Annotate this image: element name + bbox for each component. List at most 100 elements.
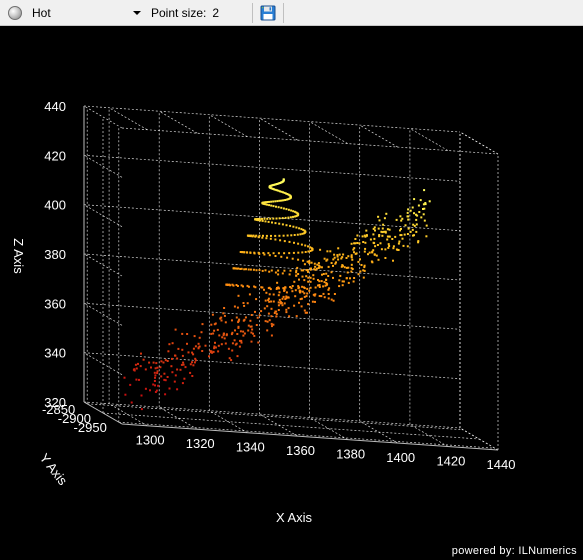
plot-area[interactable]: 1300 1320 1340 1360 1380 1400 1420 144032034036… bbox=[0, 26, 583, 560]
data-point bbox=[397, 242, 400, 245]
data-point bbox=[399, 215, 402, 218]
data-point bbox=[166, 360, 169, 362]
data-point bbox=[401, 237, 404, 240]
data-point bbox=[270, 234, 272, 237]
data-point bbox=[201, 323, 204, 326]
data-point bbox=[264, 269, 267, 272]
data-point bbox=[154, 376, 156, 379]
data-point bbox=[363, 266, 366, 269]
data-point bbox=[266, 329, 269, 332]
data-point bbox=[294, 295, 297, 298]
data-point bbox=[263, 288, 265, 291]
data-point bbox=[235, 316, 238, 319]
data-point bbox=[365, 234, 368, 237]
data-point bbox=[396, 248, 399, 251]
data-point bbox=[224, 342, 227, 345]
data-point bbox=[292, 251, 295, 254]
data-point bbox=[160, 360, 163, 363]
data-point bbox=[292, 225, 295, 228]
data-point bbox=[284, 298, 287, 300]
data-point bbox=[204, 344, 207, 347]
data-point bbox=[135, 367, 138, 370]
data-point bbox=[283, 287, 286, 290]
data-point bbox=[322, 285, 325, 288]
data-point bbox=[194, 345, 197, 348]
data-point bbox=[137, 362, 139, 365]
data-point bbox=[194, 359, 197, 362]
data-point bbox=[236, 333, 239, 335]
data-point bbox=[338, 253, 341, 256]
data-point bbox=[176, 388, 179, 391]
data-point bbox=[309, 276, 312, 279]
data-point bbox=[379, 242, 382, 245]
data-point bbox=[406, 211, 409, 214]
data-point bbox=[208, 355, 210, 358]
data-point bbox=[306, 260, 309, 263]
data-point bbox=[317, 267, 320, 269]
data-point bbox=[374, 229, 376, 232]
data-point bbox=[422, 208, 424, 210]
data-point bbox=[233, 305, 236, 308]
data-point bbox=[249, 268, 252, 271]
data-point bbox=[152, 361, 155, 364]
data-point bbox=[290, 209, 293, 212]
data-point bbox=[351, 258, 354, 261]
gridline-floor-x bbox=[159, 406, 198, 430]
data-point bbox=[407, 218, 410, 221]
data-point bbox=[260, 310, 263, 313]
data-point bbox=[134, 363, 137, 366]
data-point bbox=[312, 274, 315, 277]
data-point bbox=[144, 368, 147, 371]
data-point bbox=[298, 278, 300, 281]
data-point bbox=[268, 286, 271, 289]
x-tick-label: 1300 bbox=[136, 433, 165, 448]
data-point bbox=[413, 198, 416, 201]
data-point bbox=[189, 371, 192, 374]
data-point bbox=[277, 309, 280, 311]
data-point bbox=[302, 259, 305, 262]
data-point bbox=[236, 306, 239, 309]
data-point bbox=[314, 300, 316, 303]
data-point bbox=[425, 224, 428, 227]
data-point bbox=[223, 332, 225, 335]
data-point bbox=[350, 242, 353, 245]
data-point bbox=[309, 286, 312, 289]
data-point bbox=[286, 256, 289, 259]
data-point bbox=[307, 250, 310, 253]
data-point bbox=[276, 200, 279, 203]
point-size-input[interactable]: 2 bbox=[212, 4, 248, 22]
data-point bbox=[265, 237, 268, 240]
data-point bbox=[268, 200, 271, 203]
data-point bbox=[257, 341, 260, 344]
data-point bbox=[139, 365, 142, 368]
data-point bbox=[339, 274, 342, 277]
data-point bbox=[236, 285, 239, 287]
data-point bbox=[263, 217, 266, 220]
data-point bbox=[320, 280, 323, 283]
data-point bbox=[268, 204, 271, 207]
data-point bbox=[278, 234, 281, 237]
y-tick-label: -2850 bbox=[42, 402, 75, 417]
data-point bbox=[171, 357, 173, 360]
data-point bbox=[305, 295, 308, 298]
data-point bbox=[323, 257, 326, 260]
data-point bbox=[234, 267, 237, 270]
data-point bbox=[296, 266, 299, 269]
save-button[interactable] bbox=[259, 4, 277, 22]
data-point bbox=[359, 270, 362, 273]
data-point bbox=[154, 367, 157, 370]
data-point bbox=[386, 228, 389, 231]
data-point bbox=[307, 280, 310, 283]
data-point bbox=[283, 302, 286, 305]
data-point bbox=[270, 315, 273, 318]
colormap-select[interactable]: Hot bbox=[32, 3, 147, 23]
data-point bbox=[418, 211, 421, 213]
toolbar: Hot Point size: 2 bbox=[0, 0, 583, 26]
data-point bbox=[221, 336, 224, 339]
data-point bbox=[355, 252, 358, 255]
gridline-floor-x bbox=[409, 424, 449, 447]
data-point bbox=[407, 208, 410, 211]
data-point bbox=[325, 272, 328, 275]
data-point bbox=[415, 230, 418, 233]
data-point bbox=[181, 354, 184, 357]
